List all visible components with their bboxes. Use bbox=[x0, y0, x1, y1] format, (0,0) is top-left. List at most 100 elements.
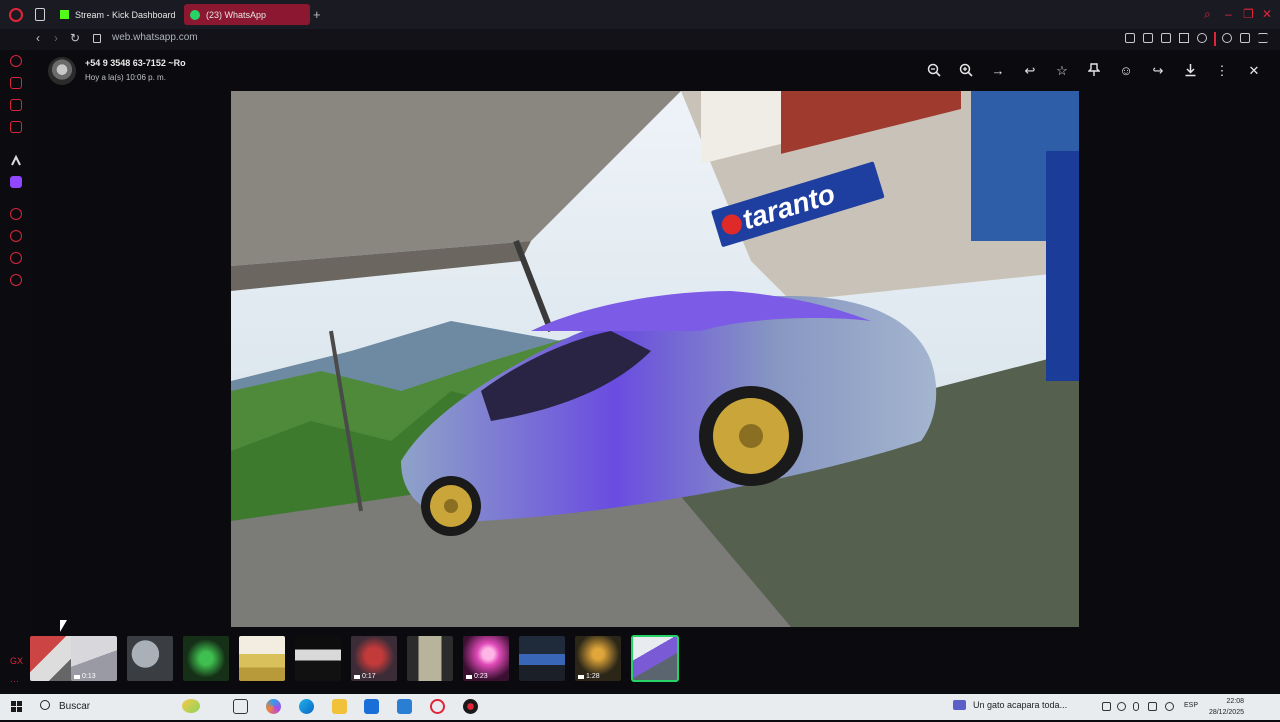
play-icon[interactable] bbox=[1179, 33, 1189, 43]
tab-kick-dashboard[interactable]: Stream - Kick Dashboard bbox=[54, 4, 182, 25]
restore-button[interactable]: ❐ bbox=[1243, 7, 1254, 21]
close-window-button[interactable]: ✕ bbox=[1262, 7, 1272, 21]
extensions-icon[interactable] bbox=[10, 252, 22, 264]
clock[interactable]: 22:08 28/12/2025 bbox=[1204, 696, 1244, 718]
video-icon bbox=[74, 674, 80, 679]
tab-label: (23) WhatsApp bbox=[206, 9, 267, 20]
snapshot-icon[interactable] bbox=[1125, 33, 1135, 43]
news-widget[interactable]: Un gato acapara toda... bbox=[953, 700, 1067, 710]
new-tab-button[interactable]: + bbox=[313, 7, 321, 22]
microphone-icon[interactable] bbox=[1133, 702, 1139, 711]
workspace-icon[interactable] bbox=[10, 77, 22, 89]
taskbar-search[interactable]: Buscar bbox=[59, 701, 90, 712]
forward-arrow-icon[interactable]: → bbox=[991, 63, 1005, 77]
tab-whatsapp[interactable]: (23) WhatsApp bbox=[184, 4, 310, 25]
start-button[interactable] bbox=[11, 701, 22, 712]
kick-sidebar-icon[interactable] bbox=[10, 154, 22, 166]
messenger-icon[interactable] bbox=[10, 99, 22, 111]
volume-icon[interactable] bbox=[1165, 702, 1174, 711]
store-icon[interactable] bbox=[364, 699, 379, 714]
tray-network-icon[interactable] bbox=[1117, 702, 1126, 711]
player-icon[interactable] bbox=[10, 208, 22, 220]
contact-name: +54 9 3548 63-7152 ~Ro bbox=[85, 58, 186, 68]
close-icon[interactable]: ✕ bbox=[1247, 63, 1261, 77]
tray-overflow-icon[interactable]: ⌃ bbox=[1085, 702, 1098, 721]
forward-button[interactable]: › bbox=[54, 31, 58, 45]
browser-tab-strip: Stream - Kick Dashboard (23) WhatsApp + … bbox=[0, 0, 1280, 29]
obs-icon[interactable] bbox=[463, 699, 478, 714]
star-icon[interactable]: ☆ bbox=[1055, 63, 1069, 77]
tray-app-icon[interactable] bbox=[1102, 702, 1111, 711]
search-tabs-icon[interactable]: ⌕ bbox=[1204, 7, 1211, 22]
sidebar-more-icon[interactable]: ··· bbox=[10, 676, 19, 686]
zoom-out-icon[interactable] bbox=[927, 63, 941, 77]
screenshot-icon[interactable] bbox=[1143, 33, 1153, 43]
copilot-highlight-icon[interactable] bbox=[182, 699, 200, 713]
outlook-icon[interactable] bbox=[397, 699, 412, 714]
video-duration: 0:23 bbox=[466, 673, 488, 680]
tab-list-icon[interactable] bbox=[35, 8, 45, 21]
whatsapp-icon bbox=[190, 9, 200, 20]
thumbnail[interactable] bbox=[519, 636, 565, 681]
task-view-icon[interactable] bbox=[233, 699, 248, 714]
tab-label: Stream - Kick Dashboard bbox=[75, 9, 176, 20]
browser-sidebar: GX ··· bbox=[0, 50, 31, 694]
thumbnail[interactable]: 0:13 bbox=[71, 636, 117, 681]
thumbnail[interactable]: 1:28 bbox=[575, 636, 621, 681]
thumbnail[interactable] bbox=[295, 636, 341, 681]
video-icon bbox=[466, 674, 472, 679]
clock-time: 22:08 bbox=[1226, 698, 1244, 705]
emoji-icon[interactable]: ☺ bbox=[1119, 63, 1133, 77]
heart-icon[interactable] bbox=[1197, 33, 1207, 43]
thumbnail-selected[interactable] bbox=[631, 635, 679, 682]
edge-icon[interactable] bbox=[299, 699, 314, 714]
copilot-icon[interactable] bbox=[266, 699, 281, 714]
reply-icon[interactable]: ↩ bbox=[1023, 63, 1037, 77]
back-button[interactable]: ‹ bbox=[36, 31, 40, 45]
aria-icon[interactable] bbox=[10, 55, 22, 67]
thumbnail[interactable]: 0:23 bbox=[463, 636, 509, 681]
history-icon[interactable] bbox=[10, 230, 22, 242]
download-manager-icon[interactable] bbox=[1240, 33, 1250, 43]
wifi-icon[interactable] bbox=[1148, 702, 1157, 711]
instagram-icon[interactable] bbox=[10, 121, 22, 133]
sidebar-badge-icon[interactable]: GX bbox=[10, 656, 23, 666]
pin-icon[interactable] bbox=[1087, 63, 1101, 77]
address-bar: ‹ › ↻ web.whatsapp.com bbox=[0, 29, 1280, 50]
kick-icon bbox=[60, 10, 69, 19]
twitch-icon[interactable] bbox=[10, 176, 22, 188]
message-timestamp: Hoy a la(s) 10:06 p. m. bbox=[85, 73, 166, 82]
profile-icon[interactable] bbox=[1222, 33, 1232, 43]
url-field[interactable]: web.whatsapp.com bbox=[112, 32, 198, 43]
download-icon[interactable] bbox=[1183, 63, 1197, 77]
easy-setup-icon[interactable] bbox=[1258, 33, 1268, 43]
video-duration: 1:28 bbox=[578, 673, 600, 680]
video-duration: 0:13 bbox=[74, 673, 96, 680]
media-photo[interactable]: taranto bbox=[231, 91, 1079, 627]
thumbnail[interactable] bbox=[127, 636, 173, 681]
opera-gx-icon[interactable] bbox=[430, 699, 445, 714]
video-icon bbox=[578, 674, 584, 679]
thumbnail[interactable] bbox=[183, 636, 229, 681]
video-icon bbox=[354, 674, 360, 679]
language-indicator[interactable]: ESP bbox=[1184, 702, 1198, 709]
avatar[interactable] bbox=[48, 57, 76, 85]
toolbar-divider bbox=[1214, 32, 1216, 46]
settings-icon[interactable] bbox=[10, 274, 22, 286]
opera-menu-icon[interactable] bbox=[9, 8, 23, 22]
lock-icon bbox=[93, 34, 101, 43]
zoom-in-icon[interactable] bbox=[959, 63, 973, 77]
thumbnail[interactable] bbox=[30, 636, 76, 681]
minimize-button[interactable]: – bbox=[1225, 7, 1232, 21]
reload-button[interactable]: ↻ bbox=[70, 31, 80, 45]
shield-icon[interactable] bbox=[1161, 33, 1171, 43]
thumbnail[interactable] bbox=[407, 636, 453, 681]
video-duration: 0:17 bbox=[354, 673, 376, 680]
search-icon[interactable] bbox=[40, 700, 50, 710]
thumbnail[interactable] bbox=[239, 636, 285, 681]
file-explorer-icon[interactable] bbox=[332, 699, 347, 714]
thumbnail[interactable]: 0:17 bbox=[351, 636, 397, 681]
share-icon[interactable]: ↪ bbox=[1151, 63, 1165, 77]
news-icon bbox=[953, 700, 966, 710]
more-icon[interactable]: ⋮ bbox=[1215, 63, 1229, 77]
